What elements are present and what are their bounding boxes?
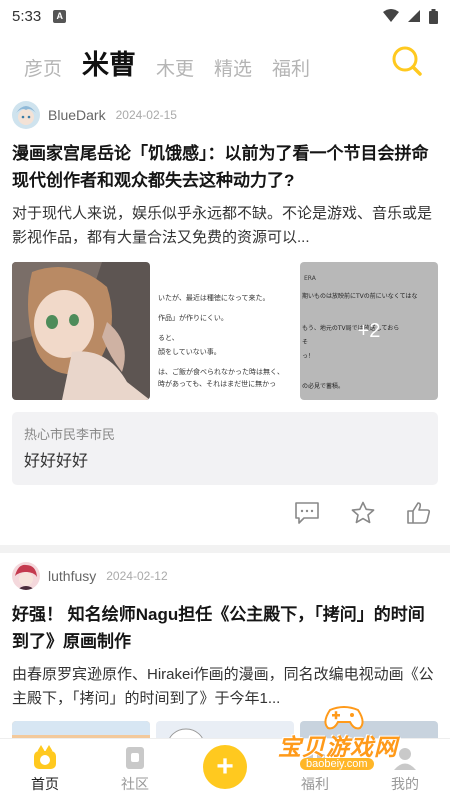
post-title[interactable]: 好强！ 知名绘师Nagu担任《公主殿下，「拷问」的时间到了》原画制作 (12, 601, 438, 655)
battery-icon (429, 8, 438, 24)
image-caption-line: いたが、最近は種徳になって来た。 (158, 293, 270, 302)
comment-text: 好好好好 (24, 453, 89, 470)
image-caption-line: 作品」が作りにくい。 (158, 313, 228, 322)
post-header: luthfusy 2024-02-12 (12, 553, 438, 599)
tab-1[interactable]: 彦页 (24, 54, 62, 90)
post-image[interactable]: いたが、最近は種徳になって来た。 作品」が作りにくい。 ると、 顔をしていない事… (156, 262, 294, 400)
author-name[interactable]: BlueDark (48, 107, 106, 123)
nav-label: 社区 (121, 776, 149, 792)
post-header: BlueDark 2024-02-15 (12, 92, 438, 138)
comment-icon[interactable] (294, 501, 320, 525)
status-time: 5:33 (12, 7, 42, 25)
search-icon[interactable] (390, 44, 424, 78)
post-divider (0, 545, 450, 553)
more-images-count: +2 (300, 262, 438, 400)
notification-icon: A (53, 9, 67, 23)
bottom-nav: 首页 社区 + 福利 我的 (0, 738, 450, 800)
image-caption-line: 時があっても、それはまだ世に無かっ (158, 379, 276, 388)
avatar[interactable] (12, 562, 40, 590)
tab-3[interactable]: 木更 (156, 54, 194, 90)
post-title[interactable]: 漫画家宫尾岳论「饥饿感」：以前为了看一个节目会拼命 现代创作者和观众都失去这种动… (12, 140, 438, 194)
home-icon (34, 745, 56, 769)
post-card[interactable]: BlueDark 2024-02-15 漫画家宫尾岳论「饥饿感」：以前为了看一个… (0, 92, 450, 541)
post-card[interactable]: luthfusy 2024-02-12 好强！ 知名绘师Nagu担任《公主殿下，… (0, 553, 450, 740)
nav-label: 我的 (391, 776, 419, 792)
star-icon[interactable] (350, 501, 376, 525)
image-caption-line: ると、 (158, 334, 179, 342)
post-date: 2024-02-15 (115, 108, 177, 122)
like-icon[interactable] (406, 501, 432, 525)
community-icon (126, 747, 144, 769)
tab-4[interactable]: 精选 (214, 54, 252, 90)
post-image[interactable] (12, 262, 150, 400)
nav-label: 福利 (301, 776, 329, 792)
post-image-more[interactable]: ERA 期いものは放映前にTVの前にいなくてはな もう、地元のTV局では放送して… (300, 262, 438, 400)
tab-2-active[interactable]: 米曹 (78, 43, 141, 90)
nav-home[interactable]: 首页 (10, 745, 80, 794)
top-comment[interactable]: 热心市民李市民 好好好好 (12, 412, 438, 485)
gift-icon (305, 754, 325, 769)
image-caption-line: は、ご飯が食べられなかった時は無く、 (158, 367, 284, 376)
author-name[interactable]: luthfusy (48, 568, 96, 584)
nav-label: 首页 (31, 776, 59, 792)
nav-welfare[interactable]: 福利 (280, 745, 350, 794)
status-bar: 5:33 A (0, 0, 450, 32)
top-tabs: 彦页 米曹 木更 精选 福利 (0, 40, 450, 90)
nav-community[interactable]: 社区 (100, 745, 170, 794)
profile-icon (394, 748, 416, 770)
nav-publish[interactable]: + (190, 744, 260, 789)
status-icons (383, 8, 438, 24)
comment-user[interactable]: 热心市民李市民 (24, 424, 426, 443)
add-post-button[interactable]: + (203, 744, 247, 789)
image-gallery: いたが、最近は種徳になって来た。 作品」が作りにくい。 ると、 顔をしていない事… (12, 262, 438, 400)
post-excerpt[interactable]: 由春原罗宾逊原作、Hirakei作画的漫画，同名改编电视动画《公主殿下，「拷问」… (12, 663, 438, 711)
post-excerpt[interactable]: 对于现代人来说，娱乐似乎永远都不缺。不论是游戏、音乐或是影视作品，都有大量合法又… (12, 202, 438, 250)
avatar[interactable] (12, 101, 40, 129)
tab-5[interactable]: 福利 (272, 54, 310, 90)
wifi-icon (383, 9, 399, 22)
image-caption-line: 顔をしていない事。 (158, 347, 221, 356)
post-actions (12, 485, 438, 541)
post-date: 2024-02-12 (106, 569, 168, 583)
post-feed[interactable]: BlueDark 2024-02-15 漫画家宫尾岳论「饥饿感」：以前为了看一个… (0, 92, 450, 740)
signal-icon (408, 10, 420, 22)
nav-profile[interactable]: 我的 (370, 745, 440, 794)
